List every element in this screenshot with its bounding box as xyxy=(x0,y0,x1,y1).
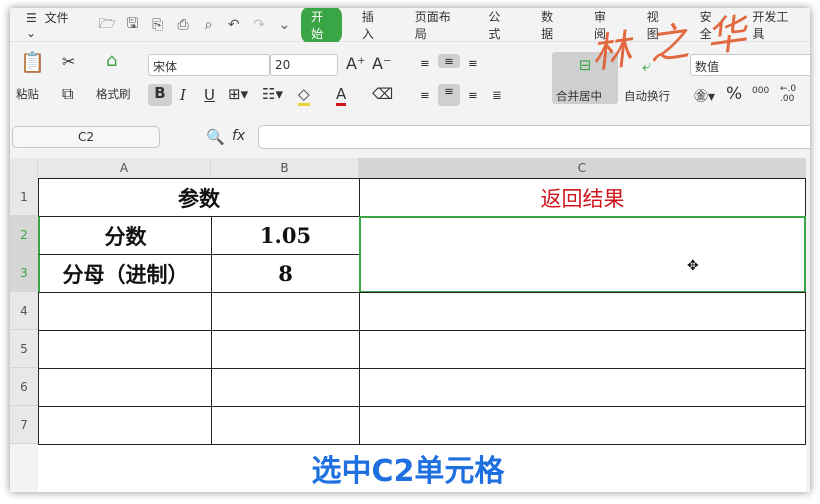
cell-c4[interactable] xyxy=(359,292,806,331)
cell-b5[interactable] xyxy=(211,330,360,369)
cell-a6[interactable] xyxy=(38,368,212,407)
row-header-5[interactable]: 5 xyxy=(10,330,38,368)
print-icon[interactable]: ⎙ xyxy=(174,15,191,35)
align-top-icon[interactable]: ≡ xyxy=(420,56,430,70)
cell-a1[interactable]: 参数 xyxy=(38,178,360,217)
merge-center-button[interactable]: 合并居中 xyxy=(556,88,602,104)
select-all-corner[interactable] xyxy=(10,158,38,178)
copy-icon[interactable]: ⧉ xyxy=(62,84,73,104)
column-header-b[interactable]: B xyxy=(211,158,359,178)
thousands-button[interactable]: 000 xyxy=(752,86,769,96)
cell-style-icon[interactable]: ☷▾ xyxy=(262,85,283,103)
italic-icon[interactable]: I xyxy=(180,86,186,104)
cell-b2[interactable]: 1.05 xyxy=(211,216,360,255)
increase-font-icon[interactable]: A⁺ xyxy=(346,54,365,73)
fx-icon[interactable]: fx xyxy=(232,128,245,144)
cut-icon[interactable]: ✂ xyxy=(62,52,75,71)
cell-b4[interactable] xyxy=(211,292,360,331)
column-header-c[interactable]: C xyxy=(359,158,806,178)
cursor-cross-icon: ✥ xyxy=(687,258,699,274)
cell-b7[interactable] xyxy=(211,406,360,445)
tab-start[interactable]: 开始 xyxy=(301,8,342,44)
cell-a3[interactable]: 分母（进制） xyxy=(38,254,212,293)
row-header-7[interactable]: 7 xyxy=(10,406,38,444)
align-right-icon[interactable]: ≡ xyxy=(468,88,478,102)
border-icon[interactable]: ⊞▾ xyxy=(228,85,248,103)
undo-icon[interactable]: ↶ xyxy=(225,15,242,35)
redo-icon[interactable]: ↷ xyxy=(250,15,267,35)
font-color-icon[interactable]: A xyxy=(336,85,347,106)
row-header-1[interactable]: 1 xyxy=(10,178,38,216)
decrease-font-icon[interactable]: A⁻ xyxy=(372,54,391,73)
cell-b6[interactable] xyxy=(211,368,360,407)
formula-bar: C2 🔍 fx xyxy=(10,122,810,154)
row-header-4[interactable]: 4 xyxy=(10,292,38,330)
pdf-icon[interactable]: ⎘ xyxy=(149,15,166,35)
paste-button[interactable]: 粘贴 xyxy=(16,86,39,102)
cell-c2-selected[interactable]: ✥ xyxy=(359,216,806,293)
preview-icon[interactable]: ⌕ xyxy=(200,15,217,35)
file-label: 文件 xyxy=(44,11,69,25)
more-icon[interactable]: ⌄ xyxy=(276,15,293,35)
cell-b3[interactable]: 8 xyxy=(211,254,360,293)
file-menu[interactable]: ☰ 文件 ⌄ xyxy=(14,9,90,40)
underline-icon[interactable]: U xyxy=(204,86,215,104)
column-header-a[interactable]: A xyxy=(38,158,211,178)
align-left-icon[interactable]: ≡ xyxy=(420,88,430,102)
cell-a7[interactable] xyxy=(38,406,212,445)
cell-c6[interactable] xyxy=(359,368,806,407)
wrap-text-button[interactable]: 自动换行 xyxy=(624,88,670,104)
font-size-select[interactable]: 20 xyxy=(270,54,338,76)
open-icon[interactable]: 🗁 xyxy=(98,15,115,35)
tab-page-layout[interactable]: 页面布局 xyxy=(403,8,469,42)
cell-c7[interactable] xyxy=(359,406,806,445)
clear-icon[interactable]: ⌫ xyxy=(372,85,393,103)
cell-a2[interactable]: 分数 xyxy=(38,216,212,255)
tab-data[interactable]: 数据 xyxy=(529,8,574,42)
fill-color-icon[interactable]: ◇ xyxy=(298,85,310,106)
zoom-formula-icon[interactable]: 🔍 xyxy=(206,128,225,146)
formula-input[interactable] xyxy=(258,125,810,149)
tab-insert[interactable]: 插入 xyxy=(350,8,395,42)
spreadsheet-window: ☰ 文件 ⌄ 🗁 🖫 ⎘ ⎙ ⌕ ↶ ↷ ⌄ 开始 插入 页面布局 公式 数据 … xyxy=(10,8,810,492)
align-center-icon[interactable]: ≡ xyxy=(438,84,460,106)
format-painter-icon[interactable]: ⌂ xyxy=(106,50,117,71)
percent-button[interactable]: % xyxy=(726,84,742,104)
bold-icon[interactable]: B xyxy=(148,84,172,106)
cell-a5[interactable] xyxy=(38,330,212,369)
font-name-select[interactable]: 宋体 xyxy=(148,54,270,76)
row-header-6[interactable]: 6 xyxy=(10,368,38,406)
align-middle-icon[interactable]: ≡ xyxy=(438,54,460,68)
decimals-button[interactable]: ←.0 .00 xyxy=(780,84,806,104)
paste-icon[interactable]: 📋 xyxy=(20,50,45,74)
row-header-3[interactable]: 3 xyxy=(10,254,38,292)
tab-formulas[interactable]: 公式 xyxy=(476,8,521,42)
row-header-2[interactable]: 2 xyxy=(10,216,38,254)
format-painter-button[interactable]: 格式刷 xyxy=(96,86,131,102)
align-bottom-icon[interactable]: ≡ xyxy=(468,56,478,70)
name-box[interactable]: C2 xyxy=(12,126,160,148)
justify-icon[interactable]: ≣ xyxy=(492,88,502,102)
cell-a4[interactable] xyxy=(38,292,212,331)
currency-icon[interactable]: ㊎▾ xyxy=(694,86,715,106)
save-icon[interactable]: 🖫 xyxy=(124,15,141,35)
caption-text: 选中C2单元格 xyxy=(311,454,505,489)
cell-c1[interactable]: 返回结果 xyxy=(359,178,806,217)
cell-c5[interactable] xyxy=(359,330,806,369)
